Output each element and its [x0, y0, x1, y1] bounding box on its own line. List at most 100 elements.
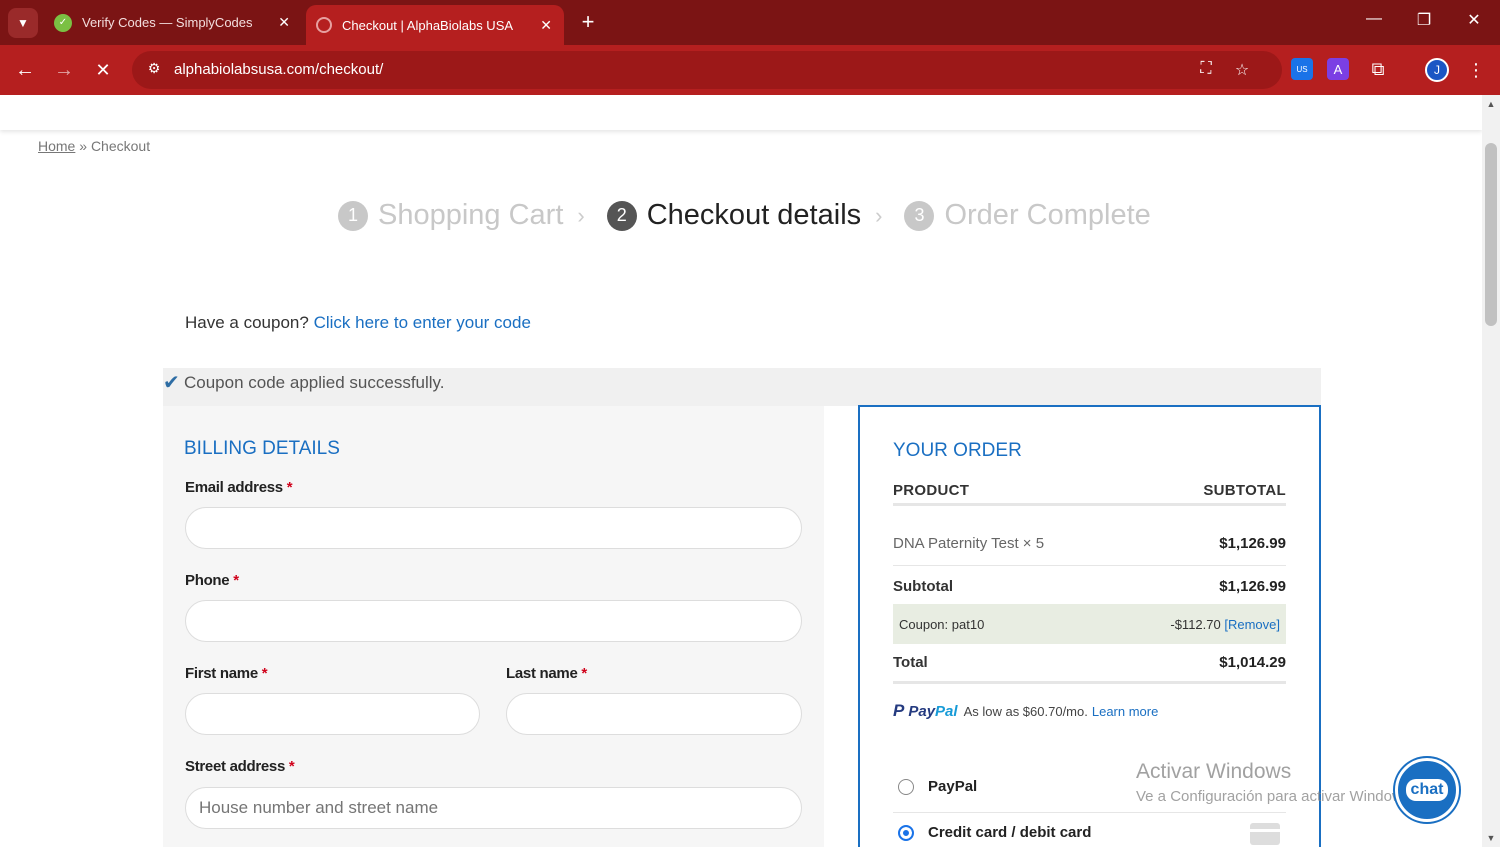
- step-order-complete: 3 Order Complete: [904, 199, 1151, 232]
- coupon-prompt-text: Have a coupon?: [185, 313, 309, 332]
- paypal-logo-icon: P: [893, 701, 905, 720]
- coupon-row: Coupon: pat10 -$112.70 [Remove]: [893, 604, 1286, 644]
- paypal-wordmark: PayPal: [908, 702, 958, 720]
- breadcrumb-separator: »: [79, 138, 88, 154]
- tab-alphabiolabs[interactable]: Checkout | AlphaBiolabs USA ✕: [306, 5, 564, 45]
- order-title: YOUR ORDER: [893, 440, 1022, 461]
- order-item-row: DNA Paternity Test × 5 $1,126.99: [893, 522, 1286, 566]
- new-tab-button[interactable]: +: [575, 9, 601, 35]
- browser-tab-bar: ▼ ✓ Verify Codes — SimplyCodes ✕ Checkou…: [0, 0, 1500, 45]
- puzzle-extensions-icon[interactable]: ⧉: [1367, 58, 1389, 80]
- step-number: 1: [338, 200, 368, 231]
- item-amount: $1,126.99: [1219, 535, 1286, 552]
- step-label: Shopping Cart: [378, 199, 564, 231]
- phone-field[interactable]: [185, 600, 802, 642]
- remove-coupon-link[interactable]: [Remove]: [1224, 617, 1280, 632]
- last-name-label: Last name *: [506, 665, 587, 682]
- minimize-icon[interactable]: —: [1354, 10, 1394, 28]
- total-amount: $1,014.29: [1219, 654, 1286, 671]
- subtotal-column-header: SUBTOTAL: [1203, 482, 1286, 499]
- product-column-header: PRODUCT: [893, 482, 970, 499]
- page-scrollbar[interactable]: ▲ ▼: [1482, 95, 1500, 847]
- chat-widget-button[interactable]: chat: [1395, 758, 1459, 822]
- coupon-amount-cell: -$112.70 [Remove]: [1170, 616, 1280, 632]
- first-name-label: First name *: [185, 665, 268, 682]
- address-bar[interactable]: ⚙ alphabiolabsusa.com/checkout/ ⛶ ☆: [132, 51, 1282, 89]
- learn-more-link[interactable]: Learn more: [1092, 704, 1158, 719]
- coupon-success-notice: ✔ Coupon code applied successfully.: [163, 368, 1321, 406]
- subtotal-label: Subtotal: [893, 577, 953, 595]
- credit-card-radio[interactable]: [898, 824, 914, 841]
- item-name-cell: DNA Paternity Test × 5: [893, 535, 1045, 552]
- last-name-field[interactable]: [506, 693, 802, 735]
- checkout-steps: 1 Shopping Cart › 2 Checkout details › 3…: [338, 199, 1151, 232]
- tab-search-button[interactable]: ▼: [8, 8, 38, 38]
- payment-option-paypal[interactable]: PayPal: [898, 778, 977, 795]
- scroll-up-icon[interactable]: ▲: [1482, 99, 1500, 109]
- close-tab-icon[interactable]: ✕: [540, 17, 552, 34]
- paypal-radio[interactable]: [898, 778, 914, 795]
- watermark-subtitle: Ve a Configuración para activar Windows.: [1136, 788, 1415, 805]
- chat-label: chat: [1405, 779, 1449, 801]
- coupon-prompt: Have a coupon? Click here to enter your …: [185, 313, 531, 333]
- breadcrumb-current: Checkout: [90, 138, 151, 154]
- enter-coupon-link[interactable]: Click here to enter your code: [314, 313, 531, 332]
- site-settings-icon[interactable]: ⚙: [144, 60, 164, 80]
- scrollbar-thumb[interactable]: [1485, 143, 1497, 326]
- tab-title: Verify Codes — SimplyCodes: [82, 15, 253, 30]
- email-field[interactable]: [185, 507, 802, 549]
- breadcrumb-home-link[interactable]: Home: [38, 138, 75, 154]
- step-checkout-details: 2 Checkout details: [606, 199, 862, 232]
- bookmark-star-icon[interactable]: ☆: [1231, 60, 1253, 80]
- scroll-down-icon[interactable]: ▼: [1482, 833, 1500, 843]
- stop-loading-icon[interactable]: ✕: [90, 58, 116, 84]
- tab-title: Checkout | AlphaBiolabs USA: [342, 17, 514, 33]
- step-number: 3: [904, 200, 935, 231]
- close-window-icon[interactable]: ✕: [1454, 10, 1494, 30]
- forward-arrow-icon[interactable]: →: [51, 58, 77, 84]
- extension-a-icon[interactable]: A: [1327, 58, 1349, 80]
- total-row: Total $1,014.29: [893, 644, 1286, 684]
- step-shopping-cart[interactable]: 1 Shopping Cart: [338, 199, 563, 232]
- notice-message: Coupon code applied successfully.: [184, 373, 445, 392]
- windows-activation-watermark: Activar Windows Ve a Configuración para …: [1136, 760, 1414, 805]
- email-label: Email address *: [185, 479, 293, 496]
- total-label: Total: [893, 654, 928, 671]
- restore-icon[interactable]: ❐: [1404, 10, 1444, 30]
- billing-details-panel: BILLING DETAILS Email address * Phone * …: [163, 406, 824, 847]
- url-text: alphabiolabsusa.com/checkout/: [174, 61, 384, 78]
- paypal-promo-text: As low as $60.70/mo.: [963, 703, 1088, 719]
- phone-label: Phone *: [185, 572, 239, 589]
- loading-favicon-icon: [316, 17, 332, 33]
- close-tab-icon[interactable]: ✕: [278, 14, 290, 31]
- step-label: Order Complete: [944, 199, 1151, 231]
- chevron-right-icon: ›: [577, 202, 585, 228]
- coupon-label: Coupon: pat10: [899, 616, 985, 632]
- kebab-menu-icon[interactable]: ⋮: [1463, 58, 1489, 84]
- checkmark-icon: ✔: [163, 372, 180, 394]
- order-table-header: PRODUCT SUBTOTAL: [893, 482, 1286, 506]
- page-content: Home » Checkout 1 Shopping Cart › 2 Chec…: [0, 95, 1482, 847]
- back-arrow-icon[interactable]: ←: [12, 58, 38, 84]
- translate-icon[interactable]: ⛶: [1195, 60, 1217, 78]
- site-header: [0, 95, 1482, 130]
- vpn-extension-icon[interactable]: US: [1291, 58, 1313, 80]
- street-address-label: Street address *: [185, 758, 295, 775]
- simplycodes-favicon-icon: ✓: [54, 13, 72, 32]
- profile-avatar[interactable]: J: [1425, 58, 1449, 82]
- credit-card-icon: [1250, 823, 1280, 845]
- divider: [893, 812, 1286, 813]
- street-address-field[interactable]: [185, 787, 802, 829]
- column-gap: [824, 406, 858, 847]
- tab-simplycodes[interactable]: ✓ Verify Codes — SimplyCodes ✕: [44, 0, 302, 45]
- payment-option-card[interactable]: Credit card / debit card: [898, 824, 1091, 841]
- billing-title: BILLING DETAILS: [184, 438, 340, 459]
- first-name-field[interactable]: [185, 693, 480, 735]
- subtotal-row: Subtotal $1,126.99: [893, 567, 1286, 605]
- paypal-pay-later-message: P PayPal As low as $60.70/mo. Learn more: [893, 701, 1158, 721]
- subtotal-amount: $1,126.99: [1219, 577, 1286, 595]
- breadcrumb: Home » Checkout: [38, 138, 150, 154]
- payment-option-label: Credit card / debit card: [928, 824, 1092, 841]
- payment-option-label: PayPal: [928, 778, 978, 795]
- step-label: Checkout details: [646, 199, 862, 231]
